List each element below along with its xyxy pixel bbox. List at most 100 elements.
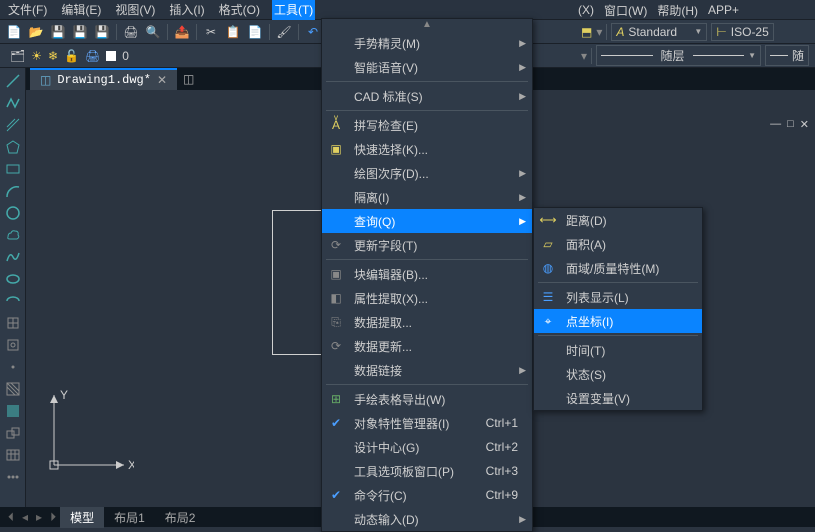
textstyle-dropdown[interactable]: A Standard ▼ bbox=[611, 23, 707, 41]
separator bbox=[116, 24, 117, 40]
linetype-toolbar: ▾ 随层 ▼ 随 bbox=[575, 44, 815, 68]
tool-region-icon[interactable] bbox=[3, 424, 23, 442]
dimstyle-dropdown[interactable]: ⊢ ISO-25 bbox=[711, 23, 773, 41]
menu-tools[interactable]: 工具(T) bbox=[272, 0, 315, 20]
menu-massprop[interactable]: ◍面域/质量特性(M) bbox=[534, 256, 702, 280]
scroll-next-icon[interactable]: ▸ bbox=[32, 510, 46, 524]
paint-icon[interactable]: ⬒ bbox=[581, 25, 592, 39]
tool-line-icon[interactable] bbox=[3, 72, 23, 90]
tool-spline-icon[interactable] bbox=[3, 248, 23, 266]
tool-hatch-icon[interactable] bbox=[3, 380, 23, 398]
scroll-prev-icon[interactable]: ◂ bbox=[18, 510, 32, 524]
menu-list[interactable]: ☰列表显示(L) bbox=[534, 285, 702, 309]
menu-dataupd[interactable]: ⟳数据更新... bbox=[322, 334, 532, 358]
copy-icon[interactable]: 📋 bbox=[225, 24, 241, 40]
menu-dcenter[interactable]: 设计中心(G)Ctrl+2 bbox=[322, 435, 532, 459]
layer-lock-icon[interactable]: 🔓 bbox=[64, 49, 79, 63]
menu-dyninput[interactable]: 动态输入(D)▶ bbox=[322, 507, 532, 531]
tool-ray-icon[interactable] bbox=[3, 116, 23, 134]
print-icon[interactable]: 🖨 bbox=[85, 49, 100, 63]
document-tab[interactable]: ◫ Drawing1.dwg* ✕ bbox=[30, 68, 177, 90]
tab-layout2[interactable]: 布局2 bbox=[155, 507, 206, 528]
tool-ellipse-icon[interactable] bbox=[3, 270, 23, 288]
layer-on-icon[interactable]: ☀ bbox=[31, 49, 42, 63]
minimize-icon[interactable]: — bbox=[770, 118, 781, 131]
tool-rect-icon[interactable] bbox=[3, 160, 23, 178]
menu-cmdline[interactable]: ✔命令行(C)Ctrl+9 bbox=[322, 483, 532, 507]
menu-view[interactable]: 视图(V) bbox=[113, 0, 157, 20]
menu-time[interactable]: 时间(T) bbox=[534, 338, 702, 362]
brush-icon[interactable]: 🖌 bbox=[276, 24, 292, 40]
cut-icon[interactable]: ✂ bbox=[203, 24, 219, 40]
menu-file[interactable]: 文件(F) bbox=[6, 0, 49, 20]
tool-block-icon[interactable] bbox=[3, 336, 23, 354]
menu-other[interactable]: (X) bbox=[578, 3, 594, 17]
menu-edit[interactable]: 编辑(E) bbox=[59, 0, 103, 20]
menu-setvar[interactable]: 设置变量(V) bbox=[534, 386, 702, 410]
menu-idpoint[interactable]: ⌖点坐标(I) bbox=[534, 309, 702, 333]
separator bbox=[298, 24, 299, 40]
menu-props[interactable]: ✔对象特性管理器(I)Ctrl+1 bbox=[322, 411, 532, 435]
menu-appplus[interactable]: APP+ bbox=[708, 3, 739, 17]
tool-table-icon[interactable] bbox=[3, 446, 23, 464]
undo-icon[interactable]: ↶ bbox=[305, 24, 321, 40]
tool-cloud-icon[interactable] bbox=[3, 226, 23, 244]
tool-polygon-icon[interactable] bbox=[3, 138, 23, 156]
open-icon[interactable]: 📂 bbox=[28, 24, 44, 40]
menu-status[interactable]: 状态(S) bbox=[534, 362, 702, 386]
tool-point-icon[interactable] bbox=[3, 358, 23, 376]
print-icon[interactable]: 🖨 bbox=[123, 24, 139, 40]
menu-insert[interactable]: 插入(I) bbox=[167, 0, 206, 20]
menu-bedit[interactable]: ▣块编辑器(B)... bbox=[322, 262, 532, 286]
preview-icon[interactable]: 🔍 bbox=[145, 24, 161, 40]
tool-insert-icon[interactable] bbox=[3, 314, 23, 332]
menu-window[interactable]: 窗口(W) bbox=[604, 2, 647, 19]
menu-cadstd[interactable]: CAD 标准(S)▶ bbox=[322, 84, 532, 108]
menubar-right: (X) 窗口(W) 帮助(H) APP+ bbox=[578, 0, 739, 20]
tool-more-icon[interactable] bbox=[3, 468, 23, 486]
tool-circle-icon[interactable] bbox=[3, 204, 23, 222]
tab-model[interactable]: 模型 bbox=[60, 507, 104, 528]
menu-help[interactable]: 帮助(H) bbox=[657, 2, 698, 19]
tool-gradient-icon[interactable] bbox=[3, 402, 23, 420]
menu-updfield[interactable]: ⟳更新字段(T) bbox=[322, 233, 532, 257]
menu-distance[interactable]: ⟷距离(D) bbox=[534, 208, 702, 232]
close-icon[interactable]: ✕ bbox=[157, 73, 167, 87]
saveall-icon[interactable]: 💾 bbox=[94, 24, 110, 40]
menu-datalink[interactable]: 数据链接▶ bbox=[322, 358, 532, 382]
publish-icon[interactable]: 📤 bbox=[174, 24, 190, 40]
menu-area[interactable]: ▱面积(A) bbox=[534, 232, 702, 256]
menu-inquiry[interactable]: 查询(Q)▶ bbox=[322, 209, 532, 233]
scroll-left-icon[interactable]: ⏴ bbox=[4, 510, 18, 525]
menu-isolate[interactable]: 隔离(I)▶ bbox=[322, 185, 532, 209]
menu-spell[interactable]: Aͮ拼写检查(E) bbox=[322, 113, 532, 137]
close-icon[interactable]: ✕ bbox=[800, 118, 809, 131]
layer-freeze-icon[interactable]: ❄ bbox=[48, 49, 58, 63]
menu-attext[interactable]: ◧属性提取(X)... bbox=[322, 286, 532, 310]
paste-icon[interactable]: 📄 bbox=[247, 24, 263, 40]
saveas-icon[interactable]: 💾 bbox=[72, 24, 88, 40]
layer-name[interactable]: 0 bbox=[122, 49, 129, 63]
scroll-up-icon[interactable]: ▲ bbox=[322, 19, 532, 31]
scroll-right-icon[interactable]: ⏵ bbox=[46, 510, 60, 525]
save-icon[interactable]: 💾 bbox=[50, 24, 66, 40]
new-icon[interactable]: 📄 bbox=[6, 24, 22, 40]
layer-color-swatch[interactable] bbox=[106, 51, 116, 61]
layer-manager-icon[interactable]: 🗂 bbox=[10, 49, 25, 63]
menu-gesture[interactable]: 手势精灵(M)▶ bbox=[322, 31, 532, 55]
tool-arc-icon[interactable] bbox=[3, 182, 23, 200]
menu-format[interactable]: 格式(O) bbox=[217, 0, 262, 20]
tool-pline-icon[interactable] bbox=[3, 94, 23, 112]
tool-ellipsearc-icon[interactable] bbox=[3, 292, 23, 310]
menu-toolpal[interactable]: 工具选项板窗口(P)Ctrl+3 bbox=[322, 459, 532, 483]
tab-layout1[interactable]: 布局1 bbox=[104, 507, 155, 528]
menu-voice[interactable]: 智能语音(V)▶ bbox=[322, 55, 532, 79]
menu-qselect[interactable]: ▣快速选择(K)... bbox=[322, 137, 532, 161]
menu-draworder[interactable]: 绘图次序(D)...▶ bbox=[322, 161, 532, 185]
menu-tableexp[interactable]: ⊞手绘表格导出(W) bbox=[322, 387, 532, 411]
new-tab-icon[interactable]: ◫ bbox=[177, 72, 200, 86]
menu-dataext[interactable]: ⎘数据提取... bbox=[322, 310, 532, 334]
maximize-icon[interactable]: □ bbox=[787, 118, 794, 131]
lineweight-dropdown[interactable]: 随 bbox=[765, 45, 809, 66]
linetype-dropdown[interactable]: 随层 ▼ bbox=[596, 45, 761, 66]
